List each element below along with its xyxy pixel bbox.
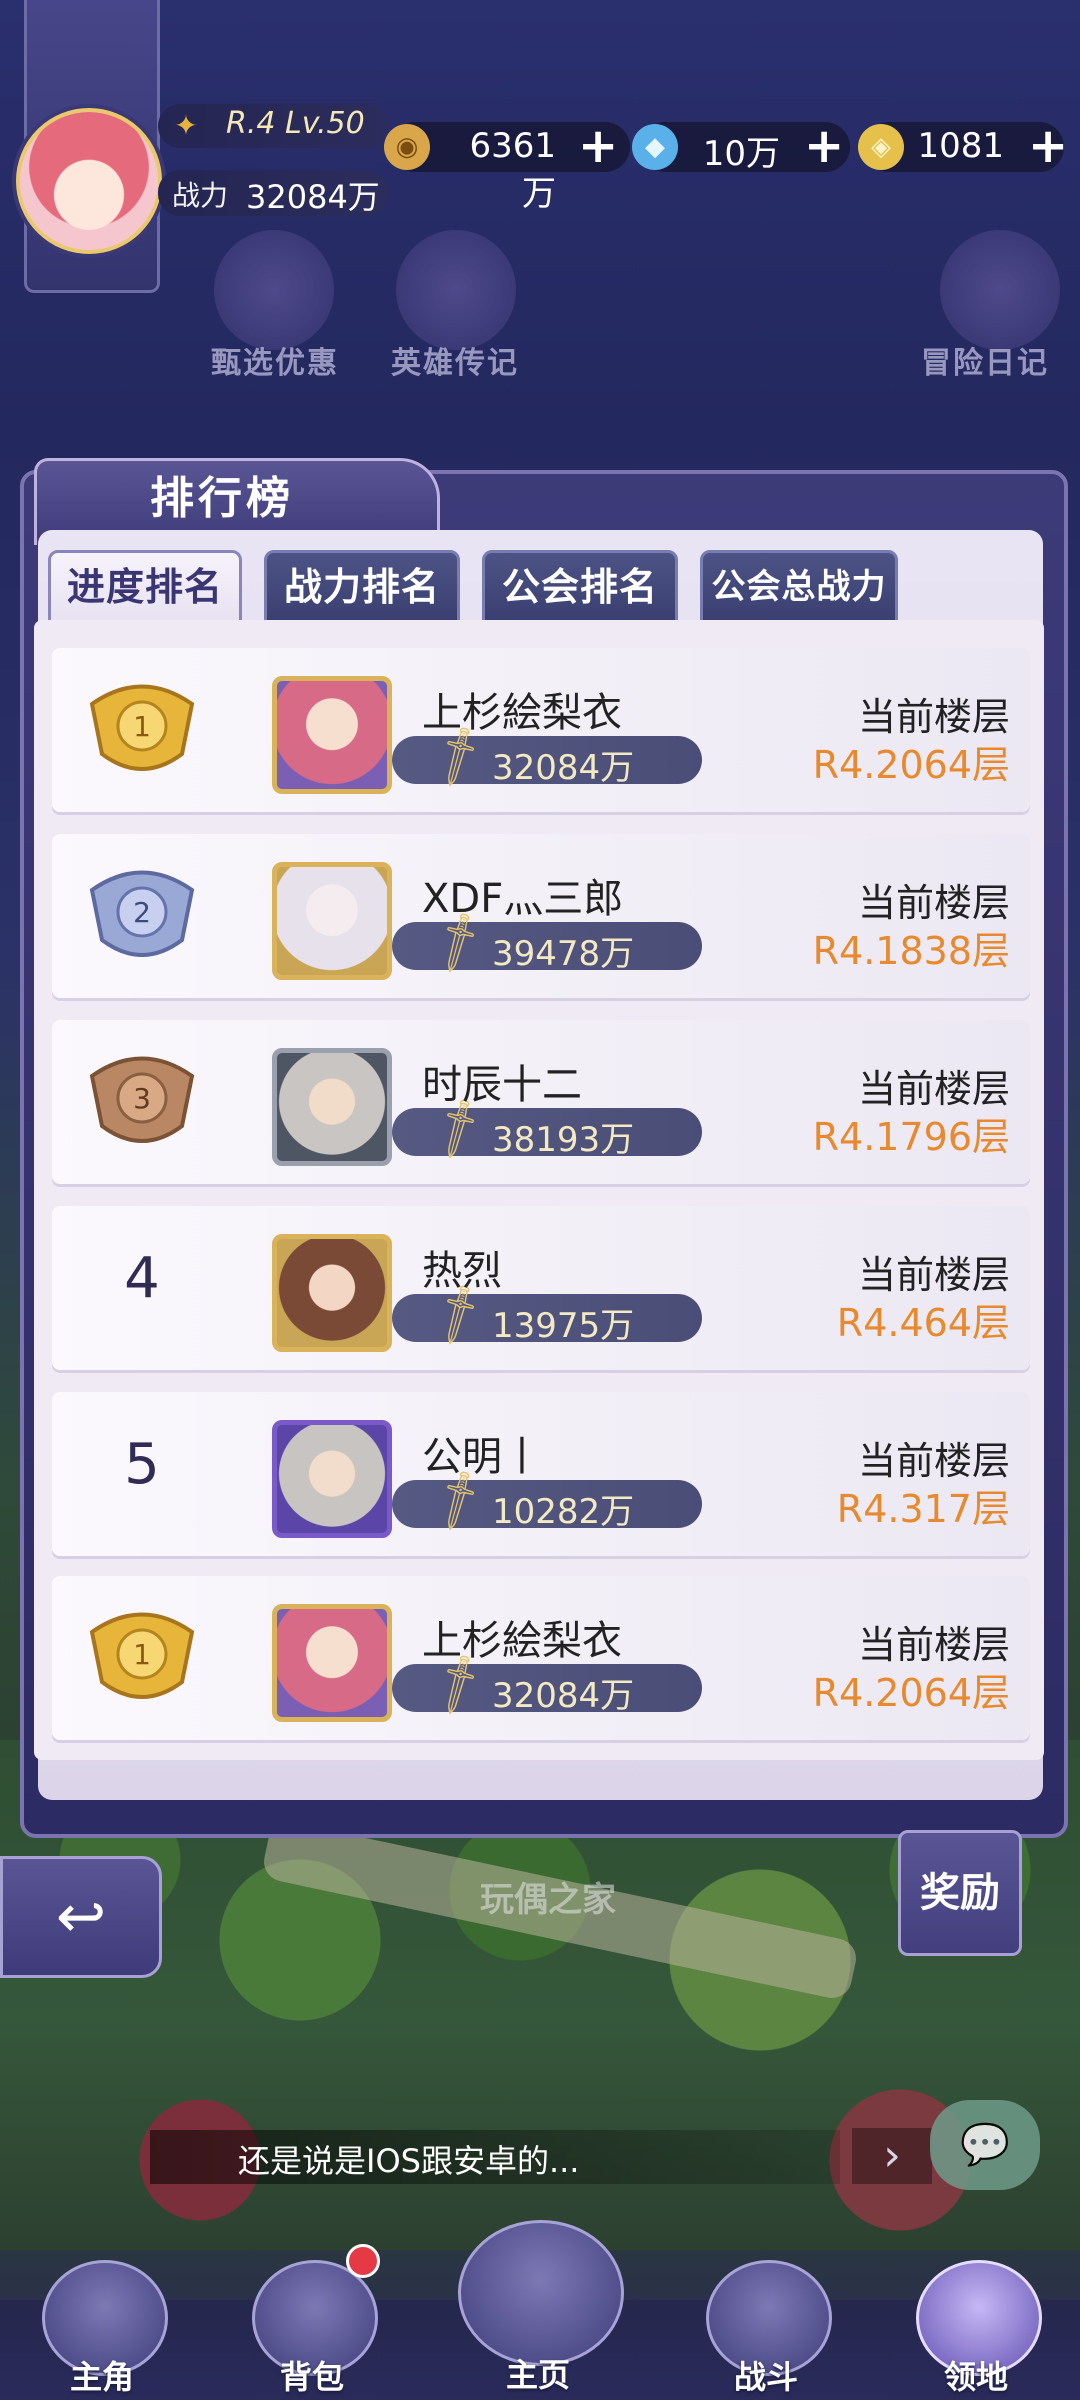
rank-number: 4 — [124, 1246, 160, 1311]
rank-number: 5 — [124, 1432, 160, 1497]
back-arrow-icon: ↩ — [55, 1882, 107, 1952]
ranking-row-5[interactable]: 5 🗡 公明丨 10282万 当前楼层 R4.317层 — [52, 1392, 1030, 1556]
player-power: 10282万 — [492, 1492, 635, 1532]
floor-label: 当前楼层 — [857, 1253, 1010, 1297]
gold-value: 6361万 — [469, 126, 556, 214]
nav-label: 背包 — [279, 2358, 344, 2396]
player-name: 公明丨 — [422, 1434, 542, 1480]
back-button[interactable]: ↩ — [0, 1856, 162, 1978]
ranking-row-4[interactable]: 4 🗡 热烈 13975万 当前楼层 R4.464层 — [52, 1206, 1030, 1370]
shortcut-offer-label: 甄选优惠 — [211, 346, 339, 381]
player-power: 32084万 — [492, 748, 635, 788]
nav-territory[interactable]: 领地 — [896, 2260, 1056, 2400]
nav-label: 主角 — [69, 2358, 134, 2396]
diamond-icon: ◆ — [632, 124, 678, 170]
floor-label: 当前楼层 — [857, 1067, 1010, 1111]
chat-message: 还是说是IOS跟安卓的... — [238, 2142, 580, 2180]
player-avatar[interactable] — [16, 108, 162, 254]
place-label: 玩偶之家 — [480, 1880, 616, 1920]
svg-text:1: 1 — [133, 710, 151, 743]
notification-badge — [346, 2244, 380, 2278]
player-power: 13975万 — [492, 1306, 635, 1346]
diamond-value: 10万 — [702, 134, 780, 174]
bronze-medal-icon: 3 — [89, 1056, 195, 1143]
tab-guild-total-power[interactable]: 公会总战力 — [700, 550, 898, 624]
svg-text:2: 2 — [133, 896, 151, 929]
gold-medal-icon: 1 — [89, 684, 195, 771]
gold-medal-icon: 1 — [89, 1612, 195, 1699]
player-portrait — [272, 1604, 392, 1722]
floor-value: R4.1838层 — [812, 929, 1010, 973]
avatar-face — [20, 112, 158, 250]
tab-power-rank[interactable]: 战力排名 — [264, 550, 460, 624]
floor-label: 当前楼层 — [857, 1623, 1010, 1667]
floor-value: R4.317层 — [836, 1487, 1010, 1531]
nav-label: 领地 — [943, 2358, 1008, 2396]
gold-coin-icon: ◉ — [384, 124, 430, 170]
player-level: R.4 Lv.50 — [226, 106, 365, 141]
player-name: 上杉絵梨衣 — [422, 690, 622, 736]
shortcut-offer-icon[interactable] — [214, 230, 334, 350]
gem-icon: ◈ — [858, 124, 904, 170]
add-diamond-button[interactable]: + — [804, 118, 844, 174]
reward-button[interactable]: 奖励 — [898, 1830, 1022, 1956]
chat-bubble-icon[interactable]: 💬 — [930, 2100, 1040, 2190]
shortcut-hero-label: 英雄传记 — [391, 346, 519, 381]
floor-label: 当前楼层 — [857, 695, 1010, 739]
player-name: 上杉絵梨衣 — [422, 1618, 622, 1664]
player-portrait — [272, 1234, 392, 1352]
nav-label: 战斗 — [733, 2358, 798, 2396]
player-portrait — [272, 862, 392, 980]
player-power: 39478万 — [492, 934, 635, 974]
ranking-row-2[interactable]: 2 🗡 XDF灬三郎 39478万 当前楼层 R4.1838层 — [52, 834, 1030, 998]
power-label: 战力 — [172, 179, 229, 212]
power-value: 32084万 — [246, 178, 380, 216]
floor-value: R4.464层 — [836, 1301, 1010, 1345]
ranking-row-1[interactable]: 1 🗡 上杉絵梨衣 32084万 当前楼层 R4.2064层 — [52, 648, 1030, 812]
player-name: 时辰十二 — [422, 1062, 582, 1108]
add-gold-button[interactable]: + — [578, 118, 618, 174]
floor-value: R4.2064层 — [812, 1671, 1010, 1715]
shortcut-diary-label: 冒险日记 — [921, 346, 1049, 381]
floor-label: 当前楼层 — [857, 881, 1010, 925]
player-portrait — [272, 1048, 392, 1166]
floor-value: R4.1796层 — [812, 1115, 1010, 1159]
my-ranking-row[interactable]: 1 🗡 上杉絵梨衣 32084万 当前楼层 R4.2064层 — [52, 1576, 1030, 1740]
silver-medal-icon: 2 — [89, 870, 195, 957]
shortcut-diary-icon[interactable] — [940, 230, 1060, 350]
book-icon — [458, 2220, 624, 2366]
tab-guild-rank[interactable]: 公会排名 — [482, 550, 678, 624]
nav-hero[interactable]: 主角 — [22, 2260, 182, 2400]
player-name: 热烈 — [422, 1248, 502, 1294]
ranking-row-3[interactable]: 3 🗡 时辰十二 38193万 当前楼层 R4.1796层 — [52, 1020, 1030, 1184]
player-portrait — [272, 676, 392, 794]
floor-label: 当前楼层 — [857, 1439, 1010, 1483]
player-power: 38193万 — [492, 1120, 635, 1160]
rank-emblem-icon: ✦ — [174, 109, 198, 142]
player-power: 32084万 — [492, 1676, 635, 1716]
player-portrait — [272, 1420, 392, 1538]
nav-home[interactable]: 主页 — [438, 2220, 638, 2400]
svg-text:1: 1 — [133, 1638, 151, 1671]
player-name: XDF灬三郎 — [422, 876, 624, 922]
add-gem-button[interactable]: + — [1028, 118, 1068, 174]
shortcut-hero-icon[interactable] — [396, 230, 516, 350]
nav-label: 主页 — [505, 2356, 570, 2394]
nav-battle[interactable]: 战斗 — [686, 2260, 846, 2400]
gem-value: 1081 — [917, 126, 1004, 166]
panel-title: 排行榜 — [150, 473, 294, 524]
nav-bag[interactable]: 背包 — [232, 2260, 392, 2400]
svg-text:3: 3 — [133, 1082, 151, 1115]
floor-value: R4.2064层 — [812, 743, 1010, 787]
chat-expand-button[interactable]: › — [852, 2128, 932, 2184]
